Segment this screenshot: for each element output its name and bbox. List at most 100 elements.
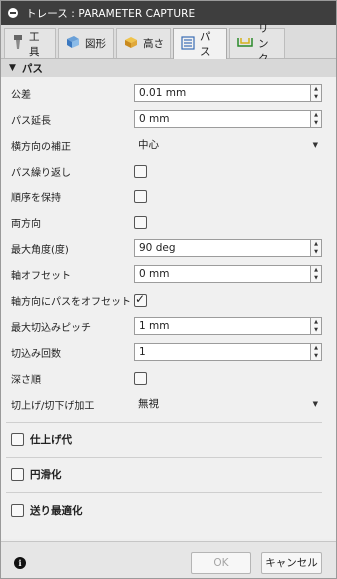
num-stepdowns-spinner[interactable]: ▲ ▼ <box>311 343 322 361</box>
link-icon <box>236 34 258 53</box>
section-title: パス <box>21 62 43 75</box>
max-stepdown-spinner[interactable]: ▲ ▼ <box>311 317 322 335</box>
collapse-icon[interactable] <box>8 8 18 18</box>
group-feed-optimization[interactable]: 送り最適化 <box>1 500 336 520</box>
smoothing-checkbox[interactable] <box>11 467 24 481</box>
row-axial-offset-passes: 軸方向にパスをオフセット <box>1 288 336 312</box>
row-both-ways: 両方向 <box>1 210 336 234</box>
axial-offset-passes-label: 軸方向にパスをオフセット <box>11 296 131 308</box>
info-icon[interactable]: i <box>14 557 26 569</box>
cancel-button[interactable]: キャンセル <box>261 552 322 574</box>
row-max-stepdown: 最大切込みピッチ 1 mm ▲ ▼ <box>1 314 336 338</box>
ok-button[interactable]: OK <box>191 552 251 574</box>
max-stepdown-label: 最大切込みピッチ <box>11 322 91 334</box>
repeat-passes-checkbox[interactable] <box>134 164 147 178</box>
row-tolerance: 公差 0.01 mm ▲ ▼ <box>1 81 336 105</box>
parameter-dialog: トレース : PARAMETER CAPTURE 工具 図形 高さ パス リン … <box>0 0 337 579</box>
tab-shape[interactable]: 図形 <box>58 28 114 58</box>
axial-offset-label: 軸オフセット <box>11 270 71 282</box>
title-bar[interactable]: トレース : PARAMETER CAPTURE <box>1 1 336 25</box>
spin-up-icon[interactable]: ▲ <box>314 86 318 92</box>
shape-icon <box>65 34 85 53</box>
tolerance-label: 公差 <box>11 89 31 101</box>
feed-optimization-checkbox[interactable] <box>11 503 24 517</box>
divider <box>6 492 322 493</box>
smoothing-label: 円滑化 <box>30 468 62 481</box>
tab-height[interactable]: 高さ <box>116 28 171 58</box>
tab-link[interactable]: リンク <box>229 23 285 65</box>
tab-bar: 工具 図形 高さ パス リン <box>1 23 336 65</box>
row-repeat-passes: パス繰り返し <box>1 159 336 183</box>
spin-down-icon[interactable]: ▼ <box>314 249 318 255</box>
row-axial-offset: 軸オフセット 0 mm ▲ ▼ <box>1 262 336 286</box>
group-smoothing[interactable]: 円滑化 <box>1 464 336 484</box>
ramp-type-select[interactable]: 無視 ▼ <box>134 394 322 414</box>
preserve-order-label: 順序を保持 <box>11 192 61 204</box>
order-by-depth-checkbox[interactable] <box>134 371 147 385</box>
feed-optimization-label: 送り最適化 <box>30 504 83 517</box>
num-stepdowns-label: 切込み回数 <box>11 348 61 360</box>
ramp-type-label: 切上げ/切下げ加工 <box>11 400 95 412</box>
repeat-passes-label: パス繰り返し <box>11 167 71 179</box>
passes-panel: ▼ パス 公差 0.01 mm ▲ ▼ パス延長 0 mm ▲ ▼ 横方向の補正 中… <box>1 59 336 539</box>
max-angle-label: 最大角度(度) <box>11 244 69 256</box>
row-pass-extension: パス延長 0 mm ▲ ▼ <box>1 107 336 131</box>
spin-down-icon[interactable]: ▼ <box>314 120 318 126</box>
ramp-type-value: 無視 <box>138 398 159 410</box>
both-ways-label: 両方向 <box>11 218 41 230</box>
passes-icon <box>180 35 200 54</box>
tab-tool-label: 工具 <box>29 30 40 58</box>
spin-down-icon[interactable]: ▼ <box>314 94 318 100</box>
divider <box>6 422 322 423</box>
row-order-by-depth: 深さ順 <box>1 366 336 390</box>
tab-shape-label: 図形 <box>85 38 106 50</box>
tolerance-spinner[interactable]: ▲ ▼ <box>311 84 322 102</box>
sideways-compensation-select[interactable]: 中心 ▼ <box>134 135 322 155</box>
max-angle-spinner[interactable]: ▲ ▼ <box>311 239 322 257</box>
divider <box>6 457 322 458</box>
spin-down-icon[interactable]: ▼ <box>314 275 318 281</box>
spin-up-icon[interactable]: ▲ <box>314 112 318 118</box>
axial-offset-passes-checkbox[interactable] <box>134 292 147 307</box>
row-preserve-order: 順序を保持 <box>1 184 336 208</box>
pass-extension-input[interactable]: 0 mm <box>134 110 311 128</box>
section-header-passes[interactable]: ▼ パス <box>1 59 336 77</box>
max-angle-input[interactable]: 90 deg <box>134 239 311 257</box>
both-ways-checkbox[interactable] <box>134 215 147 229</box>
row-max-angle: 最大角度(度) 90 deg ▲ ▼ <box>1 236 336 260</box>
num-stepdowns-input[interactable]: 1 <box>134 343 311 361</box>
dropdown-arrow-icon[interactable]: ▼ <box>313 394 318 414</box>
pass-extension-label: パス延長 <box>11 115 51 127</box>
tolerance-input[interactable]: 0.01 mm <box>134 84 311 102</box>
spin-down-icon[interactable]: ▼ <box>314 353 318 359</box>
row-sideways-compensation: 横方向の補正 中心 ▼ <box>1 133 336 157</box>
row-num-stepdowns: 切込み回数 1 ▲ ▼ <box>1 340 336 364</box>
spin-up-icon[interactable]: ▲ <box>314 241 318 247</box>
group-stock-to-leave[interactable]: 仕上げ代 <box>1 429 336 449</box>
row-ramp-type: 切上げ/切下げ加工 無視 ▼ <box>1 392 336 416</box>
spin-up-icon[interactable]: ▲ <box>314 267 318 273</box>
order-by-depth-label: 深さ順 <box>11 374 41 386</box>
dialog-title: トレース : PARAMETER CAPTURE <box>26 7 196 20</box>
tab-tool[interactable]: 工具 <box>4 28 56 58</box>
stock-to-leave-label: 仕上げ代 <box>30 433 72 446</box>
pass-extension-spinner[interactable]: ▲ ▼ <box>311 110 322 128</box>
tab-passes[interactable]: パス <box>173 28 227 59</box>
dialog-footer: i OK キャンセル <box>1 541 336 578</box>
dropdown-arrow-icon[interactable]: ▼ <box>313 135 318 155</box>
stock-to-leave-checkbox[interactable] <box>11 432 24 446</box>
axial-offset-input[interactable]: 0 mm <box>134 265 311 283</box>
sideways-compensation-label: 横方向の補正 <box>11 141 71 153</box>
axial-offset-spinner[interactable]: ▲ ▼ <box>311 265 322 283</box>
caret-down-icon[interactable]: ▼ <box>9 63 16 73</box>
spin-up-icon[interactable]: ▲ <box>314 345 318 351</box>
tab-height-label: 高さ <box>143 38 164 50</box>
spin-up-icon[interactable]: ▲ <box>314 319 318 325</box>
height-icon <box>123 34 143 53</box>
spin-down-icon[interactable]: ▼ <box>314 327 318 333</box>
sideways-compensation-value: 中心 <box>138 139 159 151</box>
tab-passes-label: パス <box>200 31 211 58</box>
max-stepdown-input[interactable]: 1 mm <box>134 317 311 335</box>
tool-icon <box>11 33 29 54</box>
preserve-order-checkbox[interactable] <box>134 189 147 203</box>
